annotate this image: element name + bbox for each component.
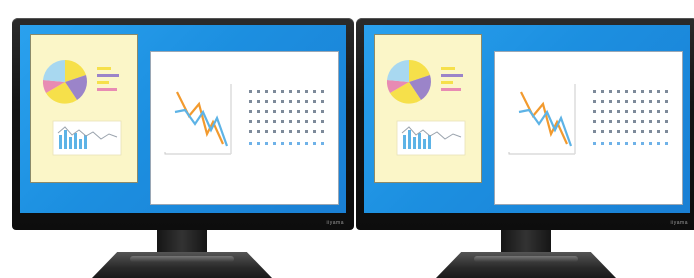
brand-label: iiyama [326,220,344,226]
window-line-chart [150,51,339,205]
dot-grid-icon [249,90,324,145]
window-line-chart [494,51,683,205]
monitor-stand-neck [157,230,207,254]
monitor-bezel: iiyama [356,18,694,230]
monitor-right: iiyama [356,18,694,278]
brand-label: iiyama [670,220,688,226]
dot-grid-icon [593,90,668,145]
window-pie-chart [30,34,138,183]
pie-chart-icon [386,59,466,156]
monitor-stand-highlight [130,256,234,262]
line-chart-icon [508,84,668,155]
monitor-stand-highlight [474,256,578,262]
window-pie-chart [374,34,482,183]
line-chart-icon [164,84,324,155]
monitor-bezel: iiyama [12,18,354,230]
monitor-screen [364,25,690,213]
monitor-left: iiyama [12,18,354,278]
monitor-stand-neck [501,230,551,254]
monitor-screen [20,25,346,213]
pie-chart-icon [42,59,122,156]
